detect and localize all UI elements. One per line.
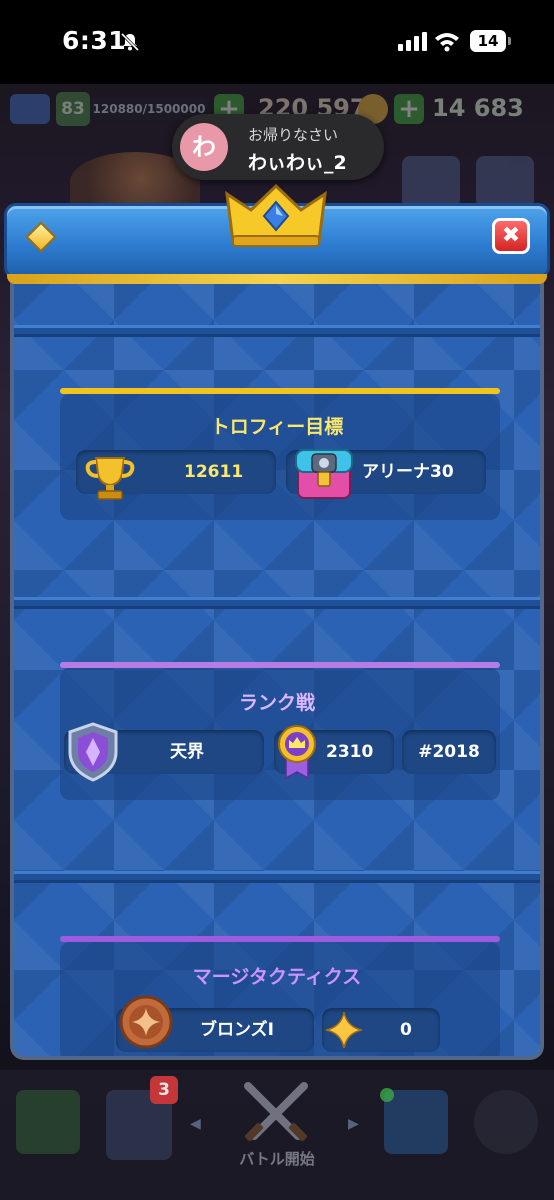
arena-name: アリーナ30 <box>362 462 454 482</box>
trophy-section-title: トロフィー目標 <box>210 416 344 438</box>
gold-star-icon <box>325 1011 363 1049</box>
status-bar: 6:31 14 <box>0 0 554 84</box>
toast-player-name: わぃわぃ_2 <box>248 152 347 174</box>
gem-count: 14 683 <box>432 94 524 122</box>
section-divider <box>14 874 540 880</box>
bottom-nav: 3 ◀ バトル開始 ▶ <box>0 1070 554 1200</box>
section-divider <box>14 600 540 606</box>
battle-start-label[interactable]: バトル開始 <box>200 1148 354 1169</box>
ranked-section-title: ランク戦 <box>238 692 315 714</box>
toast-title: お帰りなさい <box>248 126 339 144</box>
wifi-icon <box>435 33 459 52</box>
menu-icon <box>476 156 534 208</box>
cellular-signal-icon <box>398 32 427 51</box>
nav-right-arrow-icon[interactable]: ▶ <box>348 1116 359 1132</box>
tactics-points: 0 <box>400 1020 412 1040</box>
welcome-toast[interactable]: わ お帰りなさい わぃわぃ_2 <box>172 114 384 180</box>
ranked-position-pill[interactable]: #2018 <box>402 730 496 774</box>
arena-chest-icon <box>295 449 353 499</box>
news-icon <box>402 156 460 208</box>
ranked-medal-icon <box>278 725 316 780</box>
battery-icon: 14 <box>470 30 511 52</box>
ranked-rating: 2310 <box>326 742 374 762</box>
crown-gem-icon <box>225 184 327 247</box>
crossed-swords-icon[interactable] <box>236 1078 316 1148</box>
nav-shop-icon[interactable] <box>16 1090 80 1154</box>
nav-clan-icon[interactable] <box>384 1090 448 1154</box>
crown-icon <box>10 94 50 124</box>
tactics-section-title: マージタクティクス <box>192 966 362 988</box>
clan-notification-dot <box>380 1088 394 1102</box>
ranked-league-name: 天界 <box>170 742 204 762</box>
close-button[interactable]: ✖ <box>492 218 530 254</box>
bell-muted-icon <box>120 32 140 52</box>
player-level: 83 <box>56 92 90 126</box>
add-gems-button[interactable]: + <box>394 94 424 124</box>
progress-panel: トロフィー目標 12611 アリーナ30 ランク戦 天界 2310 #2018 … <box>10 270 544 1060</box>
ranked-position: #2018 <box>418 742 480 762</box>
ranked-league-shield-icon <box>68 722 118 782</box>
trophy-icon <box>85 457 135 500</box>
nav-events-icon[interactable] <box>474 1090 538 1154</box>
trophy-count: 12611 <box>184 462 244 482</box>
header-gold-trim <box>7 274 547 284</box>
cards-notification-badge: 3 <box>150 1076 178 1104</box>
status-time: 6:31 <box>62 26 127 55</box>
section-divider <box>14 328 540 334</box>
bronze-star-icon <box>119 995 173 1049</box>
tactics-league-name: ブロンズI <box>200 1020 274 1040</box>
nav-left-arrow-icon[interactable]: ◀ <box>190 1116 201 1132</box>
avatar: わ <box>180 123 228 171</box>
